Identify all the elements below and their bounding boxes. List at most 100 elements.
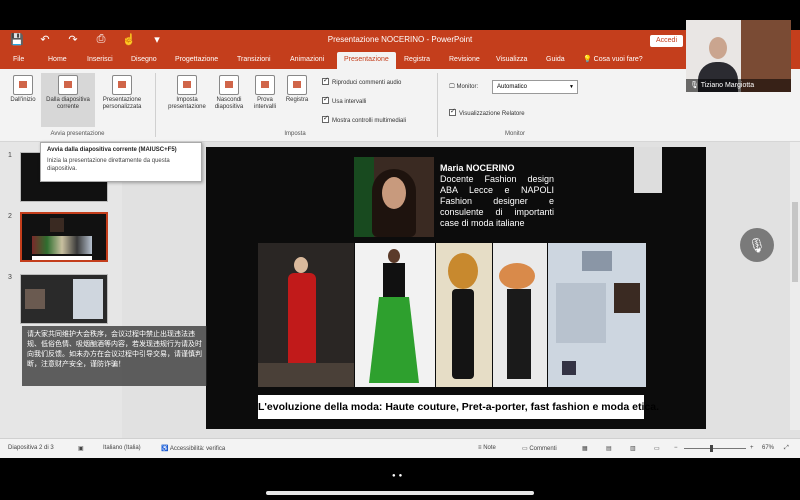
tooltip-body: Inizia la presentazione direttamente da … bbox=[47, 158, 170, 172]
comments-button[interactable]: ▭ Commenti bbox=[522, 445, 557, 452]
qr-code-icon bbox=[562, 361, 576, 375]
thumb-portrait bbox=[50, 218, 64, 232]
home-gesture-bar[interactable] bbox=[266, 491, 534, 495]
slide-sorter-icon[interactable]: ▤ bbox=[606, 445, 612, 452]
slide-thumbnail-3[interactable] bbox=[20, 274, 108, 324]
sign-in-button[interactable]: Accedi bbox=[650, 35, 684, 47]
tab-view[interactable]: Visualizza bbox=[496, 56, 527, 63]
rehearse-timings-button[interactable]: Prova intervalli bbox=[250, 75, 280, 111]
photo-green-outfit bbox=[355, 243, 435, 387]
thumb-poster bbox=[73, 279, 103, 319]
from-beginning-button[interactable]: Dall'inizio bbox=[6, 75, 40, 104]
portrait-christmas-tree bbox=[354, 157, 374, 237]
slide-counter: Diapositiva 2 di 3 bbox=[8, 445, 54, 451]
tab-review[interactable]: Revisione bbox=[449, 56, 480, 63]
lightbulb-icon: 💡 bbox=[583, 56, 592, 63]
participant-head bbox=[709, 37, 727, 59]
media-controls-label: Mostra controlli multimediali bbox=[332, 118, 407, 124]
tab-draw[interactable]: Disegno bbox=[131, 56, 157, 63]
tab-slideshow[interactable]: Presentazione bbox=[337, 52, 396, 69]
poster-portrait bbox=[614, 283, 640, 313]
participant-name: 🎙 Tiziano Margiotta bbox=[686, 79, 791, 92]
microphone-icon: 🎙 bbox=[748, 237, 766, 253]
checkbox-checked-icon bbox=[449, 107, 456, 116]
tab-home[interactable]: Home bbox=[48, 56, 67, 63]
monitor-label: 🖵 Monitor: bbox=[449, 84, 478, 91]
green-feather-trousers bbox=[369, 297, 419, 383]
zoom-out-icon[interactable]: − bbox=[674, 445, 678, 451]
slideshow-view-icon[interactable]: ▭ bbox=[654, 445, 660, 452]
custom-slideshow-label: Presentazione personalizzata bbox=[102, 97, 142, 110]
notes-button[interactable]: ≡ Note bbox=[478, 445, 496, 451]
language-indicator[interactable]: Italiano (Italia) bbox=[103, 445, 141, 451]
page-indicator-dots: ●● bbox=[392, 473, 406, 479]
hide-slide-label: Nascondi diapositiva bbox=[214, 97, 244, 110]
webcam-video: 🎙 Tiziano Margiotta bbox=[686, 20, 791, 92]
rehearse-label: Prova intervalli bbox=[253, 97, 276, 110]
record-icon bbox=[287, 75, 307, 95]
fit-slide-icon[interactable]: ⤢ bbox=[784, 445, 789, 452]
vertical-scrollbar[interactable] bbox=[790, 142, 800, 430]
floral-headpiece bbox=[499, 263, 535, 289]
speaker-bio: Maria NOCERINO Docente Fashion design AB… bbox=[440, 163, 554, 229]
group-label-monitor: Monitor bbox=[504, 131, 525, 137]
slide-thumbnail-2[interactable] bbox=[20, 212, 108, 262]
record-button[interactable]: Registra bbox=[282, 75, 312, 104]
normal-view-icon[interactable]: ▦ bbox=[582, 445, 588, 452]
spellcheck-icon[interactable]: ▣ bbox=[78, 445, 84, 452]
black-dress bbox=[507, 289, 531, 379]
scrollbar-thumb[interactable] bbox=[792, 202, 798, 282]
device-navigation-bar: ●● bbox=[0, 458, 800, 500]
setup-slideshow-button[interactable]: Imposta presentazione bbox=[166, 75, 208, 111]
meeting-notice-overlay: 请大家共同维护大会秩序，会议过程中禁止出现违法违规、低俗色情、吸烟酗酒等内容，若… bbox=[22, 326, 207, 386]
accessibility-status[interactable]: ♿ Accessibilità: verifica bbox=[161, 445, 225, 452]
custom-slideshow-icon bbox=[112, 75, 132, 95]
tell-me-search[interactable]: 💡 Cosa vuoi fare? bbox=[583, 55, 643, 63]
tab-file[interactable]: File bbox=[13, 56, 24, 63]
poster-graphic bbox=[556, 283, 606, 343]
checkbox-checked-icon bbox=[322, 114, 329, 123]
chevron-down-icon: ▼ bbox=[569, 84, 574, 90]
play-narrations-checkbox[interactable]: Riproduci commenti audio bbox=[322, 76, 401, 86]
media-controls-checkbox[interactable]: Mostra controlli multimediali bbox=[322, 114, 407, 124]
poster-heading-block bbox=[582, 251, 612, 271]
custom-slideshow-button[interactable]: Presentazione personalizzata bbox=[97, 75, 147, 111]
thumb-caption bbox=[32, 256, 92, 260]
current-slide[interactable]: Maria NOCERINO Docente Fashion design AB… bbox=[206, 147, 706, 429]
tab-record[interactable]: Registra bbox=[404, 56, 430, 63]
from-beginning-label: Dall'inizio bbox=[10, 97, 36, 103]
from-current-slide-button[interactable]: Dalla diapositiva corrente bbox=[41, 73, 95, 127]
setup-icon bbox=[177, 75, 197, 95]
zoom-slider[interactable] bbox=[684, 445, 746, 452]
monitor-select-value: Automatico bbox=[497, 84, 528, 90]
tab-transitions[interactable]: Transizioni bbox=[237, 56, 271, 63]
zoom-level[interactable]: 67% bbox=[762, 445, 774, 451]
hide-slide-icon bbox=[219, 75, 239, 95]
monitor-select[interactable]: Automatico ▼ bbox=[492, 80, 578, 94]
thumbnail-number: 1 bbox=[8, 152, 12, 159]
checkbox-checked-icon bbox=[322, 95, 329, 104]
tab-animations[interactable]: Animazioni bbox=[290, 56, 324, 63]
microphone-button[interactable]: 🎙 bbox=[740, 228, 774, 262]
setup-label: Imposta presentazione bbox=[168, 97, 206, 110]
black-top bbox=[383, 263, 405, 297]
participant-name-text: Tiziano Margiotta bbox=[700, 82, 755, 89]
tab-design[interactable]: Progettazione bbox=[175, 56, 218, 63]
speaker-portrait bbox=[354, 157, 434, 237]
presenter-view-checkbox[interactable]: Visualizzazione Relatore bbox=[449, 107, 525, 117]
speaker-bio-text: Docente Fashion design ABA Lecce e NAPOL… bbox=[440, 174, 554, 228]
slide-corner-shape bbox=[634, 147, 662, 193]
reading-view-icon[interactable]: ▥ bbox=[630, 445, 636, 452]
tab-help[interactable]: Guida bbox=[546, 56, 565, 63]
thumb-photos bbox=[32, 236, 92, 254]
comment-icon: ▭ bbox=[522, 446, 528, 452]
thumbnail-number: 3 bbox=[8, 274, 12, 281]
slide-caption: L'evoluzione della moda: Haute couture, … bbox=[258, 395, 659, 419]
use-timings-checkbox[interactable]: Usa intervalli bbox=[322, 95, 366, 105]
monitor-label-text: Monitor: bbox=[456, 84, 479, 90]
lion-head bbox=[448, 253, 478, 289]
from-current-label: Dalla diapositiva corrente bbox=[46, 97, 90, 110]
tab-insert[interactable]: Inserisci bbox=[87, 56, 113, 63]
zoom-in-icon[interactable]: + bbox=[750, 445, 754, 451]
hide-slide-button[interactable]: Nascondi diapositiva bbox=[210, 75, 248, 111]
